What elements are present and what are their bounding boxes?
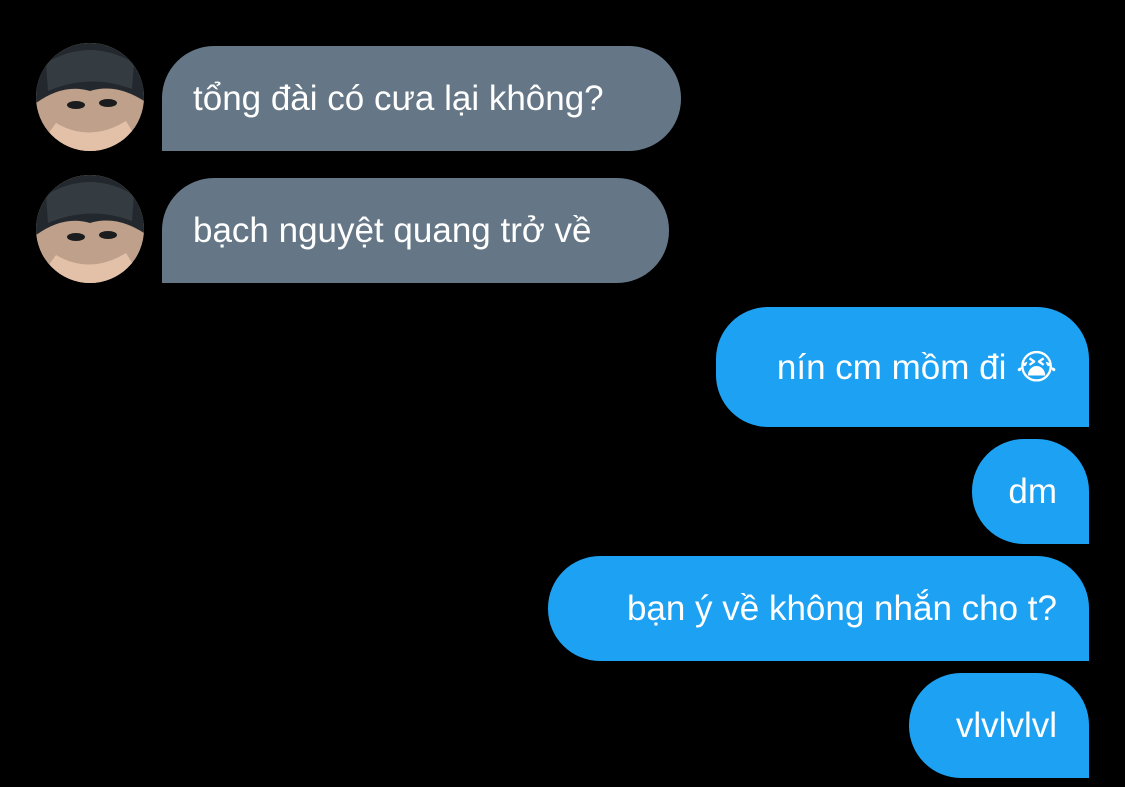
message-text: dm xyxy=(1008,472,1057,511)
message-bubble-outgoing[interactable]: dm xyxy=(972,439,1089,544)
avatar[interactable] xyxy=(36,43,144,151)
user-avatar-icon xyxy=(36,43,144,151)
user-avatar-icon xyxy=(36,175,144,283)
message-text: nín cm mồm đi 😭 xyxy=(776,347,1057,387)
message-text: tổng đài có cưa lại không? xyxy=(193,79,604,118)
message-bubble-outgoing[interactable]: nín cm mồm đi 😭 xyxy=(716,307,1089,427)
message-bubble-outgoing[interactable]: bạn ý về không nhắn cho t? xyxy=(548,556,1089,661)
message-bubble-incoming[interactable]: tổng đài có cưa lại không? xyxy=(162,46,681,151)
avatar[interactable] xyxy=(36,175,144,283)
message-text: bạn ý về không nhắn cho t? xyxy=(626,589,1057,628)
message-text: bạch nguyệt quang trở về xyxy=(193,211,592,250)
message-text: vlvlvlvl xyxy=(955,706,1057,745)
message-bubble-incoming[interactable]: bạch nguyệt quang trở về xyxy=(162,178,669,283)
message-bubble-outgoing[interactable]: vlvlvlvl xyxy=(909,673,1089,778)
